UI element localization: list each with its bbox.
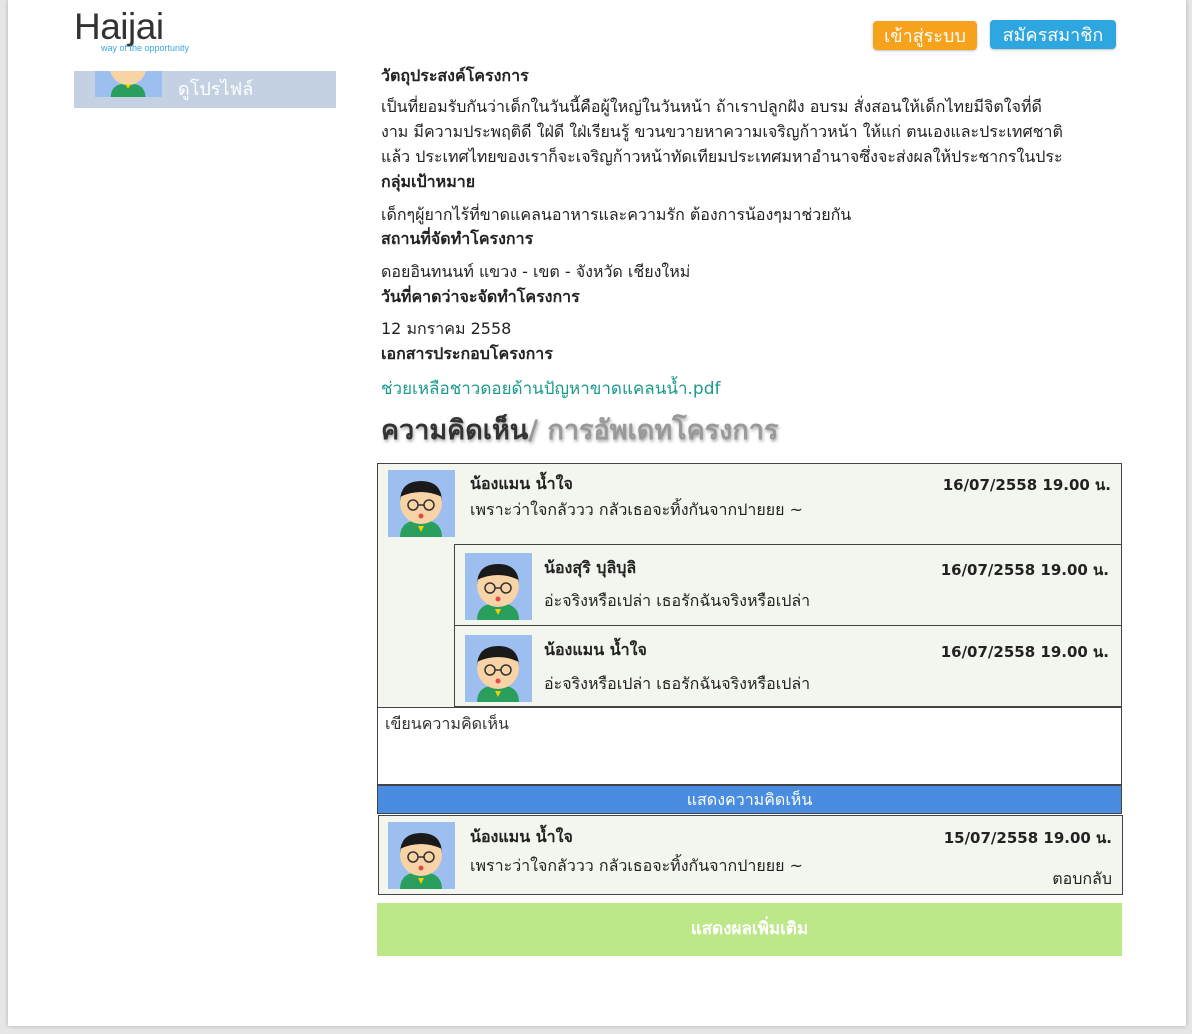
avatar xyxy=(465,553,532,620)
reply-text: อ่ะจริงหรือเปล่า เธอรักฉันจริงหรือเปล่า xyxy=(544,591,811,610)
comments-section-title: ความคิดเห็น/ การอัพเดทโครงการ xyxy=(381,408,778,451)
avatar xyxy=(388,470,455,537)
comment-date: 15/07/2558 19.00 น. xyxy=(943,829,1112,847)
comment-author: น้องแมน น้ำใจ xyxy=(470,474,573,493)
comment-text: เพราะว่าใจกลัววว กลัวเธอจะทิ้งกันจากปายย… xyxy=(470,856,803,875)
avatar xyxy=(465,635,532,702)
view-profile-link[interactable]: ดูโปรไฟล์ xyxy=(178,74,253,103)
page: ดูโปรไฟล์ Haijai way of the opportunity … xyxy=(8,0,1186,1026)
date-text: 12 มกราคม 2558 xyxy=(381,319,512,338)
location-heading: สถานที่จัดทำโครงการ xyxy=(381,229,534,248)
post-comment-button[interactable]: แสดงความคิดเห็น xyxy=(377,785,1122,814)
reply-link[interactable]: ตอบกลับ xyxy=(1052,867,1112,892)
objective-line: แล้ว ประเทศไทยของเราก็จะเจริญก้าวหน้าทัด… xyxy=(381,147,1063,166)
reply-author: น้องแมน น้ำใจ xyxy=(544,640,647,659)
avatar xyxy=(388,822,455,889)
reply-author: น้องสุริ บุลิบุลิ xyxy=(544,558,637,577)
target-heading: กลุ่มเป้าหมาย xyxy=(381,172,476,191)
updates-title: / การอัพเดทโครงการ xyxy=(528,415,779,446)
register-button[interactable]: สมัครสมาชิก xyxy=(990,20,1116,49)
header: Haijai way of the opportunity เข้าสู่ระบ… xyxy=(8,0,1186,71)
objective-line: งาม มีความประพฤติดี ใฝ่ดี ใฝ่เรียนรู้ ขว… xyxy=(381,122,1063,141)
location-text: ดอยอินทนนท์ แขวง - เขต - จังหวัด เชียงให… xyxy=(381,262,691,281)
reply-item: น้องสุริ บุลิบุลิ 16/07/2558 19.00 น. อ่… xyxy=(454,544,1122,626)
reply-indent xyxy=(377,544,455,707)
comment-text: เพราะว่าใจกลัววว กลัวเธอจะทิ้งกันจากปายย… xyxy=(470,500,803,519)
comment-author: น้องแมน น้ำใจ xyxy=(470,827,573,846)
logo[interactable]: Haijai xyxy=(74,6,164,48)
date-heading: วันที่คาดว่าจะจัดทำโครงการ xyxy=(381,287,580,306)
target-text: เด็กๆผู้ยากไร้ที่ขาดแคลนอาหารและความรัก … xyxy=(381,205,852,224)
comment-input[interactable]: เขียนความคิดเห็น xyxy=(377,707,1122,785)
load-more-button[interactable]: แสดงผลเพิ่มเติม xyxy=(377,903,1122,956)
reply-date: 16/07/2558 19.00 น. xyxy=(940,561,1109,579)
pdf-document-link[interactable]: ช่วยเหลือชาวดอยด้านปัญหาขาดแคลนน้ำ.pdf xyxy=(381,375,720,402)
objective-line: เป็นที่ยอมรับกันว่าเด็กในวันนี้คือผู้ใหญ… xyxy=(381,97,1042,116)
objective-heading: วัตถุประสงค์โครงการ xyxy=(381,66,529,85)
comments-title: ความคิดเห็น xyxy=(381,415,529,446)
comment-date: 16/07/2558 19.00 น. xyxy=(942,476,1111,494)
reply-item: น้องแมน น้ำใจ 16/07/2558 19.00 น. อ่ะจริ… xyxy=(454,625,1122,707)
comment-item: น้องแมน น้ำใจ 16/07/2558 19.00 น. เพราะว… xyxy=(377,463,1122,545)
reply-date: 16/07/2558 19.00 น. xyxy=(940,643,1109,661)
comment-item: น้องแมน น้ำใจ 15/07/2558 19.00 น. เพราะว… xyxy=(378,815,1123,895)
logo-tagline: way of the opportunity xyxy=(101,43,190,53)
reply-text: อ่ะจริงหรือเปล่า เธอรักฉันจริงหรือเปล่า xyxy=(544,674,811,693)
docs-heading: เอกสารประกอบโครงการ xyxy=(381,344,553,363)
login-button[interactable]: เข้าสู่ระบบ xyxy=(873,21,977,50)
